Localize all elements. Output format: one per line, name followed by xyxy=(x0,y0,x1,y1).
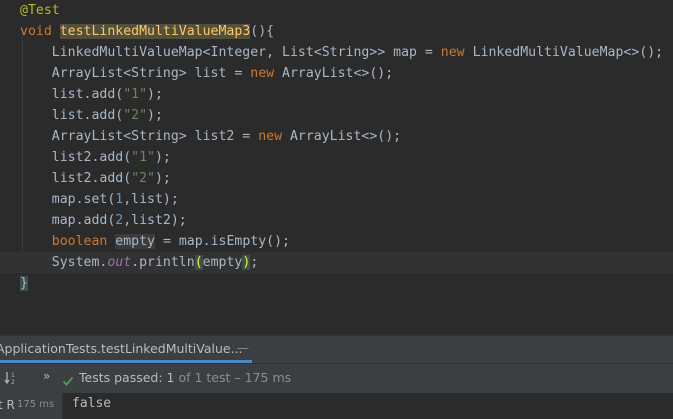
code-token: new xyxy=(250,66,283,81)
code-token: list.add( xyxy=(20,108,124,123)
code-token: new xyxy=(258,129,290,144)
code-token: list2.add( xyxy=(20,150,132,165)
code-token: list.add( xyxy=(20,87,124,102)
code-token: .println xyxy=(131,255,195,270)
code-token: out xyxy=(107,255,132,270)
code-token: boolean xyxy=(51,234,116,249)
console-output[interactable]: false xyxy=(63,393,673,419)
code-token: new xyxy=(440,45,473,60)
code-token: System. xyxy=(20,255,108,270)
code-line[interactable]: boolean empty = map.isEmpty(); xyxy=(20,231,673,252)
code-token: ); xyxy=(147,87,163,102)
code-line[interactable]: list2.add("1"); xyxy=(20,147,673,168)
test-status-text: Tests passed: 1 xyxy=(79,370,175,385)
code-line[interactable]: void testLinkedMultiValueMap3(){ xyxy=(20,21,673,42)
run-tab[interactable]: ApplicationTests.testLinkedMultiValue...… xyxy=(0,336,252,363)
code-token: ); xyxy=(154,171,171,186)
run-tool-window: ApplicationTests.testLinkedMultiValue...… xyxy=(0,335,673,419)
test-results-toolbar: 1 2 » Tests passed: 1 of 1 test – 175 ms xyxy=(0,363,673,393)
code-line[interactable]: list2.add("2"); xyxy=(20,168,673,189)
code-line[interactable]: ArrayList<String> list2 = new ArrayList<… xyxy=(20,126,673,147)
check-icon xyxy=(62,372,74,386)
code-token: "1" xyxy=(123,87,148,102)
code-token: "2" xyxy=(131,171,155,186)
code-token: "2" xyxy=(123,108,148,123)
code-token: map.set( xyxy=(20,192,116,207)
code-line[interactable]: System.out.println(empty); xyxy=(0,252,673,273)
code-line[interactable]: list.add("1"); xyxy=(20,84,673,105)
code-token: empty xyxy=(115,234,155,249)
run-tab-label: ApplicationTests.testLinkedMultiValue... xyxy=(0,341,243,356)
console-output-text: false xyxy=(72,396,112,411)
code-line[interactable]: list.add("2"); xyxy=(20,105,673,126)
code-token: ( xyxy=(194,255,203,270)
svg-text:1: 1 xyxy=(11,372,15,379)
code-token: ,list2); xyxy=(123,213,187,228)
test-status-detail: of 1 test – 175 ms xyxy=(174,370,292,385)
close-tab-icon[interactable]: — xyxy=(237,336,249,360)
code-token: @Test xyxy=(20,3,60,18)
code-token: LinkedMultiValueMap<>(); xyxy=(472,45,664,60)
code-token: ; xyxy=(250,255,259,270)
code-token: ,list); xyxy=(123,192,179,207)
code-line[interactable]: map.set(1,list); xyxy=(20,189,673,210)
test-tree-item-time: 175 ms xyxy=(17,399,55,410)
test-status: Tests passed: 1 of 1 test – 175 ms xyxy=(79,370,291,385)
svg-text:2: 2 xyxy=(11,379,15,386)
code-token: testLinkedMultiValueMap3 xyxy=(59,24,251,39)
code-token: empty xyxy=(202,255,243,270)
code-line[interactable]: @Test xyxy=(20,0,673,21)
code-token: ArrayList<String> list = xyxy=(20,66,251,81)
code-token: = map.isEmpty(); xyxy=(155,234,290,249)
run-tab-row: ApplicationTests.testLinkedMultiValue...… xyxy=(0,336,673,364)
code-token: map.add( xyxy=(20,213,116,228)
code-token: ); xyxy=(147,108,163,123)
code-token: "1" xyxy=(131,150,155,165)
code-editor[interactable]: @Test void testLinkedMultiValueMap3(){ Li… xyxy=(0,0,673,335)
chevron-double-right-icon[interactable]: » xyxy=(43,369,50,383)
code-token: LinkedMultiValueMap<Integer, List<String… xyxy=(20,45,441,60)
code-token: ); xyxy=(154,150,171,165)
code-line[interactable]: LinkedMultiValueMap<Integer, List<String… xyxy=(20,42,673,63)
sort-icon[interactable]: 1 2 xyxy=(4,370,18,386)
test-tree-item-label[interactable]: t R xyxy=(0,398,15,412)
code-line[interactable]: } xyxy=(20,273,673,294)
code-line[interactable]: ArrayList<String> list = new ArrayList<>… xyxy=(20,63,673,84)
code-token: ArrayList<>(); xyxy=(289,129,402,144)
code-token: (){ xyxy=(250,24,275,39)
code-token: ArrayList<>(); xyxy=(282,66,394,81)
code-token: void xyxy=(20,24,60,39)
code-line[interactable]: map.add(2,list2); xyxy=(20,210,673,231)
results-area: t R 175 ms false xyxy=(0,393,673,419)
code-token: ArrayList<String> list2 = xyxy=(20,129,259,144)
test-tree[interactable]: t R 175 ms xyxy=(0,393,63,419)
code-token: list2.add( xyxy=(20,171,132,186)
code-token: } xyxy=(20,276,28,291)
